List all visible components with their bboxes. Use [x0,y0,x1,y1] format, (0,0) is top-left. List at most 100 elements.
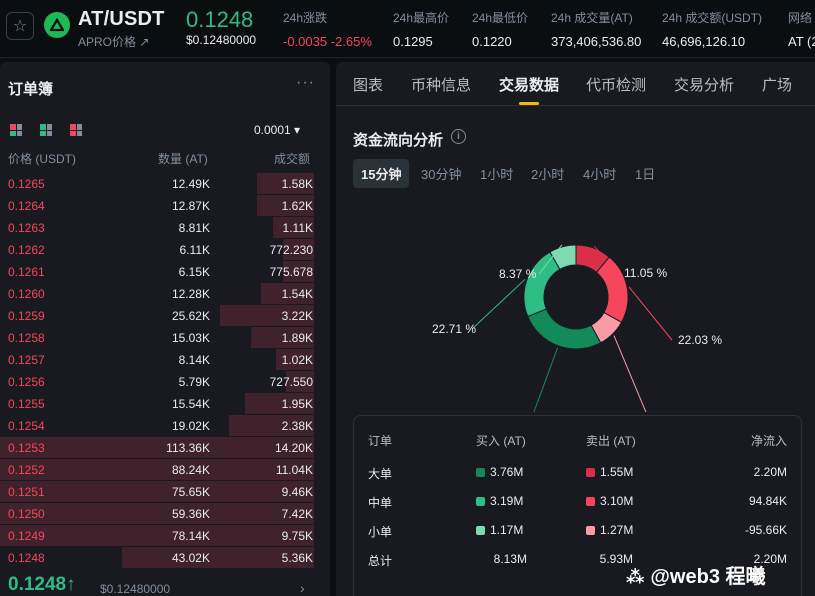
view-both-icon[interactable] [10,124,22,136]
tab-5[interactable]: 广场 [762,74,792,95]
ticker-stat: 24h 成交额(USDT) 46,696,126.10 [662,9,762,49]
ticker-stat-value: 0.1220 [472,34,512,49]
apro-coin-logo-icon [44,12,70,38]
table-cell-sell: 1.55M [586,465,633,479]
tab-0[interactable]: 图表 [353,74,383,95]
order-book-row[interactable]: 0.1251 75.65K 9.46K [0,480,330,502]
order-total: 9.46K [281,485,313,499]
table-header: 买入 (AT) [476,434,526,448]
donut-slice-label: 8.37 % [499,267,537,281]
order-book-row[interactable]: 0.1257 8.14K 1.02K [0,348,330,370]
order-qty: 6.11K [179,243,210,257]
legend-swatch [476,468,485,477]
order-price: 0.1254 [8,419,45,433]
table-value: 8.13M [493,552,527,566]
coin-price-link[interactable]: APRO价格 ↗ [78,33,149,50]
table-header: 卖出 (AT) [586,434,636,448]
order-price: 0.1253 [8,441,45,455]
order-book-row[interactable]: 0.1249 78.14K 9.75K [0,524,330,546]
view-asks-icon[interactable] [70,124,82,136]
donut-leader-line [628,286,673,341]
table-value: 1.27M [600,523,634,537]
table-value: 1.17M [490,523,524,537]
order-qty: 78.14K [171,529,210,543]
order-book-row[interactable]: 0.1252 88.24K 11.04K [0,458,330,480]
table-header: 净流入 [750,434,787,448]
chevron-right-icon[interactable]: › [300,580,305,596]
more-options-icon[interactable]: ··· [296,74,315,92]
table-row-label: 中单 [368,496,393,510]
watermark: ⁂ @web3 程曦 [626,560,766,589]
order-book-row[interactable]: 0.1253 113.36K 14.20K [0,436,330,458]
order-book-row[interactable]: 0.1260 12.28K 1.54K [0,282,330,304]
order-book-row[interactable]: 0.1264 12.87K 1.62K [0,194,330,216]
order-total: 7.42K [281,507,313,521]
donut-slice[interactable] [527,308,602,350]
tab-1[interactable]: 币种信息 [411,74,471,95]
col-qty-header: 数量 (AT) [158,152,208,166]
fund-flow-title: 资金流向分析 [353,132,444,149]
table-value: -95.66K [744,523,787,537]
tab-4[interactable]: 交易分析 [674,74,734,95]
order-book-row[interactable]: 0.1255 15.54K 1.95K [0,392,330,414]
order-price: 0.1250 [8,507,45,521]
table-value: 1.55M [600,465,634,479]
ticker-stat: 网络 AT (2 [788,9,815,49]
order-book-row[interactable]: 0.1259 25.62K 3.22K [0,304,330,326]
order-total: 1.54K [281,287,313,301]
order-price: 0.1265 [8,177,45,191]
order-price: 0.1263 [8,221,45,235]
order-book-row[interactable]: 0.1265 12.49K 1.58K [0,172,330,194]
donut-leader-line [613,335,647,412]
time-range-option[interactable]: 2小时 [523,159,572,188]
order-book-row[interactable]: 0.1248 43.02K 5.36K [0,546,330,568]
order-qty: 12.87K [171,199,210,213]
order-qty: 43.02K [171,551,210,565]
order-book-row[interactable]: 0.1254 19.02K 2.38K [0,414,330,436]
order-book-row[interactable]: 0.1262 6.11K 772.230 [0,238,330,260]
ticker-stat-label: 24h 成交额(USDT) [662,11,763,25]
time-range-option[interactable]: 30分钟 [413,159,469,188]
order-qty: 5.79K [178,375,210,389]
tick-size-select[interactable]: 0.0001 ▾ [254,123,300,137]
trading-data-panel: 图表 币种信息 交易数据 代币检测 交易分析 广场 资金流向分析 i 15分钟 30分钟 1小… [336,62,815,596]
order-book-last-price: 0.1248↑ [8,574,76,595]
order-qty: 113.36K [166,441,210,455]
tab-3[interactable]: 代币检测 [586,74,646,95]
donut-slice-label: 22.03 % [678,333,722,347]
ticker-stat-label: 24h涨跌 [283,11,328,25]
donut-leader-line [533,347,559,412]
pair-symbol: AT/USDT [78,8,165,30]
donut-slice[interactable] [523,251,561,318]
order-book-title: 订单簿 [8,81,54,98]
order-price: 0.1248 [8,551,45,565]
time-range-option[interactable]: 15分钟 [353,159,410,188]
order-book-row[interactable]: 0.1263 8.81K 1.11K [0,216,330,238]
donut-slice-label: 9.05 % [654,410,692,412]
order-total: 772.230 [269,243,313,257]
table-cell-sell: 1.27M [586,523,633,537]
legend-swatch [586,497,595,506]
favorite-star-icon[interactable]: ☆ [6,12,34,40]
order-book-row[interactable]: 0.1258 15.03K 1.89K [0,326,330,348]
ticker-stat: 24h最高价 0.1295 [393,9,449,49]
order-book-row[interactable]: 0.1250 59.36K 7.42K [0,502,330,524]
time-range-option[interactable]: 1日 [627,159,663,188]
order-book-row[interactable]: 0.1256 5.79K 727.550 [0,370,330,392]
info-icon[interactable]: i [451,129,466,144]
ticker-stat-label: 网络 [788,11,813,25]
view-bids-icon[interactable] [40,124,52,136]
order-price: 0.1259 [8,309,45,323]
order-price: 0.1256 [8,375,45,389]
time-range-option[interactable]: 4小时 [575,159,624,188]
order-book-row[interactable]: 0.1261 6.15K 775.678 [0,260,330,282]
watermark-text: @web3 程曦 [650,566,766,588]
order-total: 1.58K [281,177,313,191]
col-total-header: 成交额 [274,152,311,166]
order-qty: 59.36K [171,507,210,521]
ticker-header: ☆ AT/USDT APRO价格 ↗ 0.1248 $0.12480000 24… [0,0,815,58]
time-range-option[interactable]: 1小时 [472,159,521,188]
tab-2[interactable]: 交易数据 [499,74,559,95]
order-total: 1.11K [282,221,313,235]
order-qty: 6.15K [178,265,210,279]
